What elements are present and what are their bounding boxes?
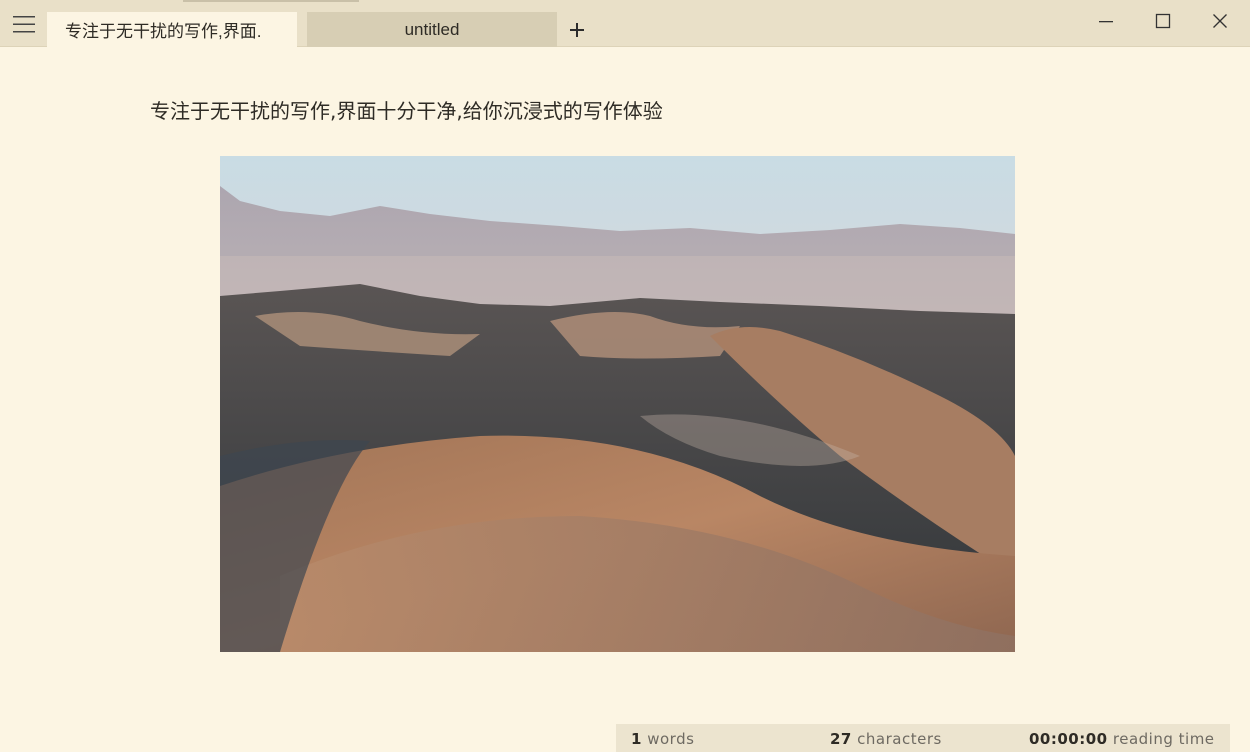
minimize-button[interactable] [1084, 6, 1128, 36]
close-button[interactable] [1198, 6, 1242, 36]
editor-text-line[interactable]: 专注于无干扰的写作,界面十分干净,给你沉浸式的写作体验 [150, 95, 663, 124]
character-count-label: characters [857, 730, 942, 748]
word-count: 1 words [631, 730, 694, 748]
title-bar-accent [183, 0, 359, 2]
plus-icon [570, 23, 584, 37]
word-count-label: words [647, 730, 695, 748]
close-icon [1213, 14, 1227, 28]
maximize-button[interactable] [1141, 6, 1185, 36]
menu-button[interactable] [4, 8, 44, 40]
maximize-icon [1155, 13, 1171, 29]
word-count-value: 1 [631, 730, 642, 748]
add-tab-button[interactable] [565, 16, 589, 44]
reading-time-label: reading time [1112, 730, 1215, 748]
status-bar: 1 words 27 characters 00:00:00 reading t… [616, 724, 1230, 752]
tab-untitled[interactable]: untitled [307, 12, 557, 47]
tab-label: untitled [404, 19, 460, 39]
hamburger-icon [13, 16, 35, 33]
desert-dunes-photo [220, 156, 1015, 652]
tab-label: 专注于无干扰的写作,界面. [65, 22, 262, 41]
reading-time-value: 00:00:00 [1029, 730, 1108, 748]
character-count: 27 characters [830, 730, 942, 748]
tab-active-document[interactable]: 专注于无干扰的写作,界面. [47, 12, 332, 47]
minimize-icon [1099, 21, 1113, 23]
character-count-value: 27 [830, 730, 852, 748]
reading-time: 00:00:00 reading time [1029, 730, 1215, 748]
title-bar: 专注于无干扰的写作,界面. untitled [0, 0, 1250, 47]
